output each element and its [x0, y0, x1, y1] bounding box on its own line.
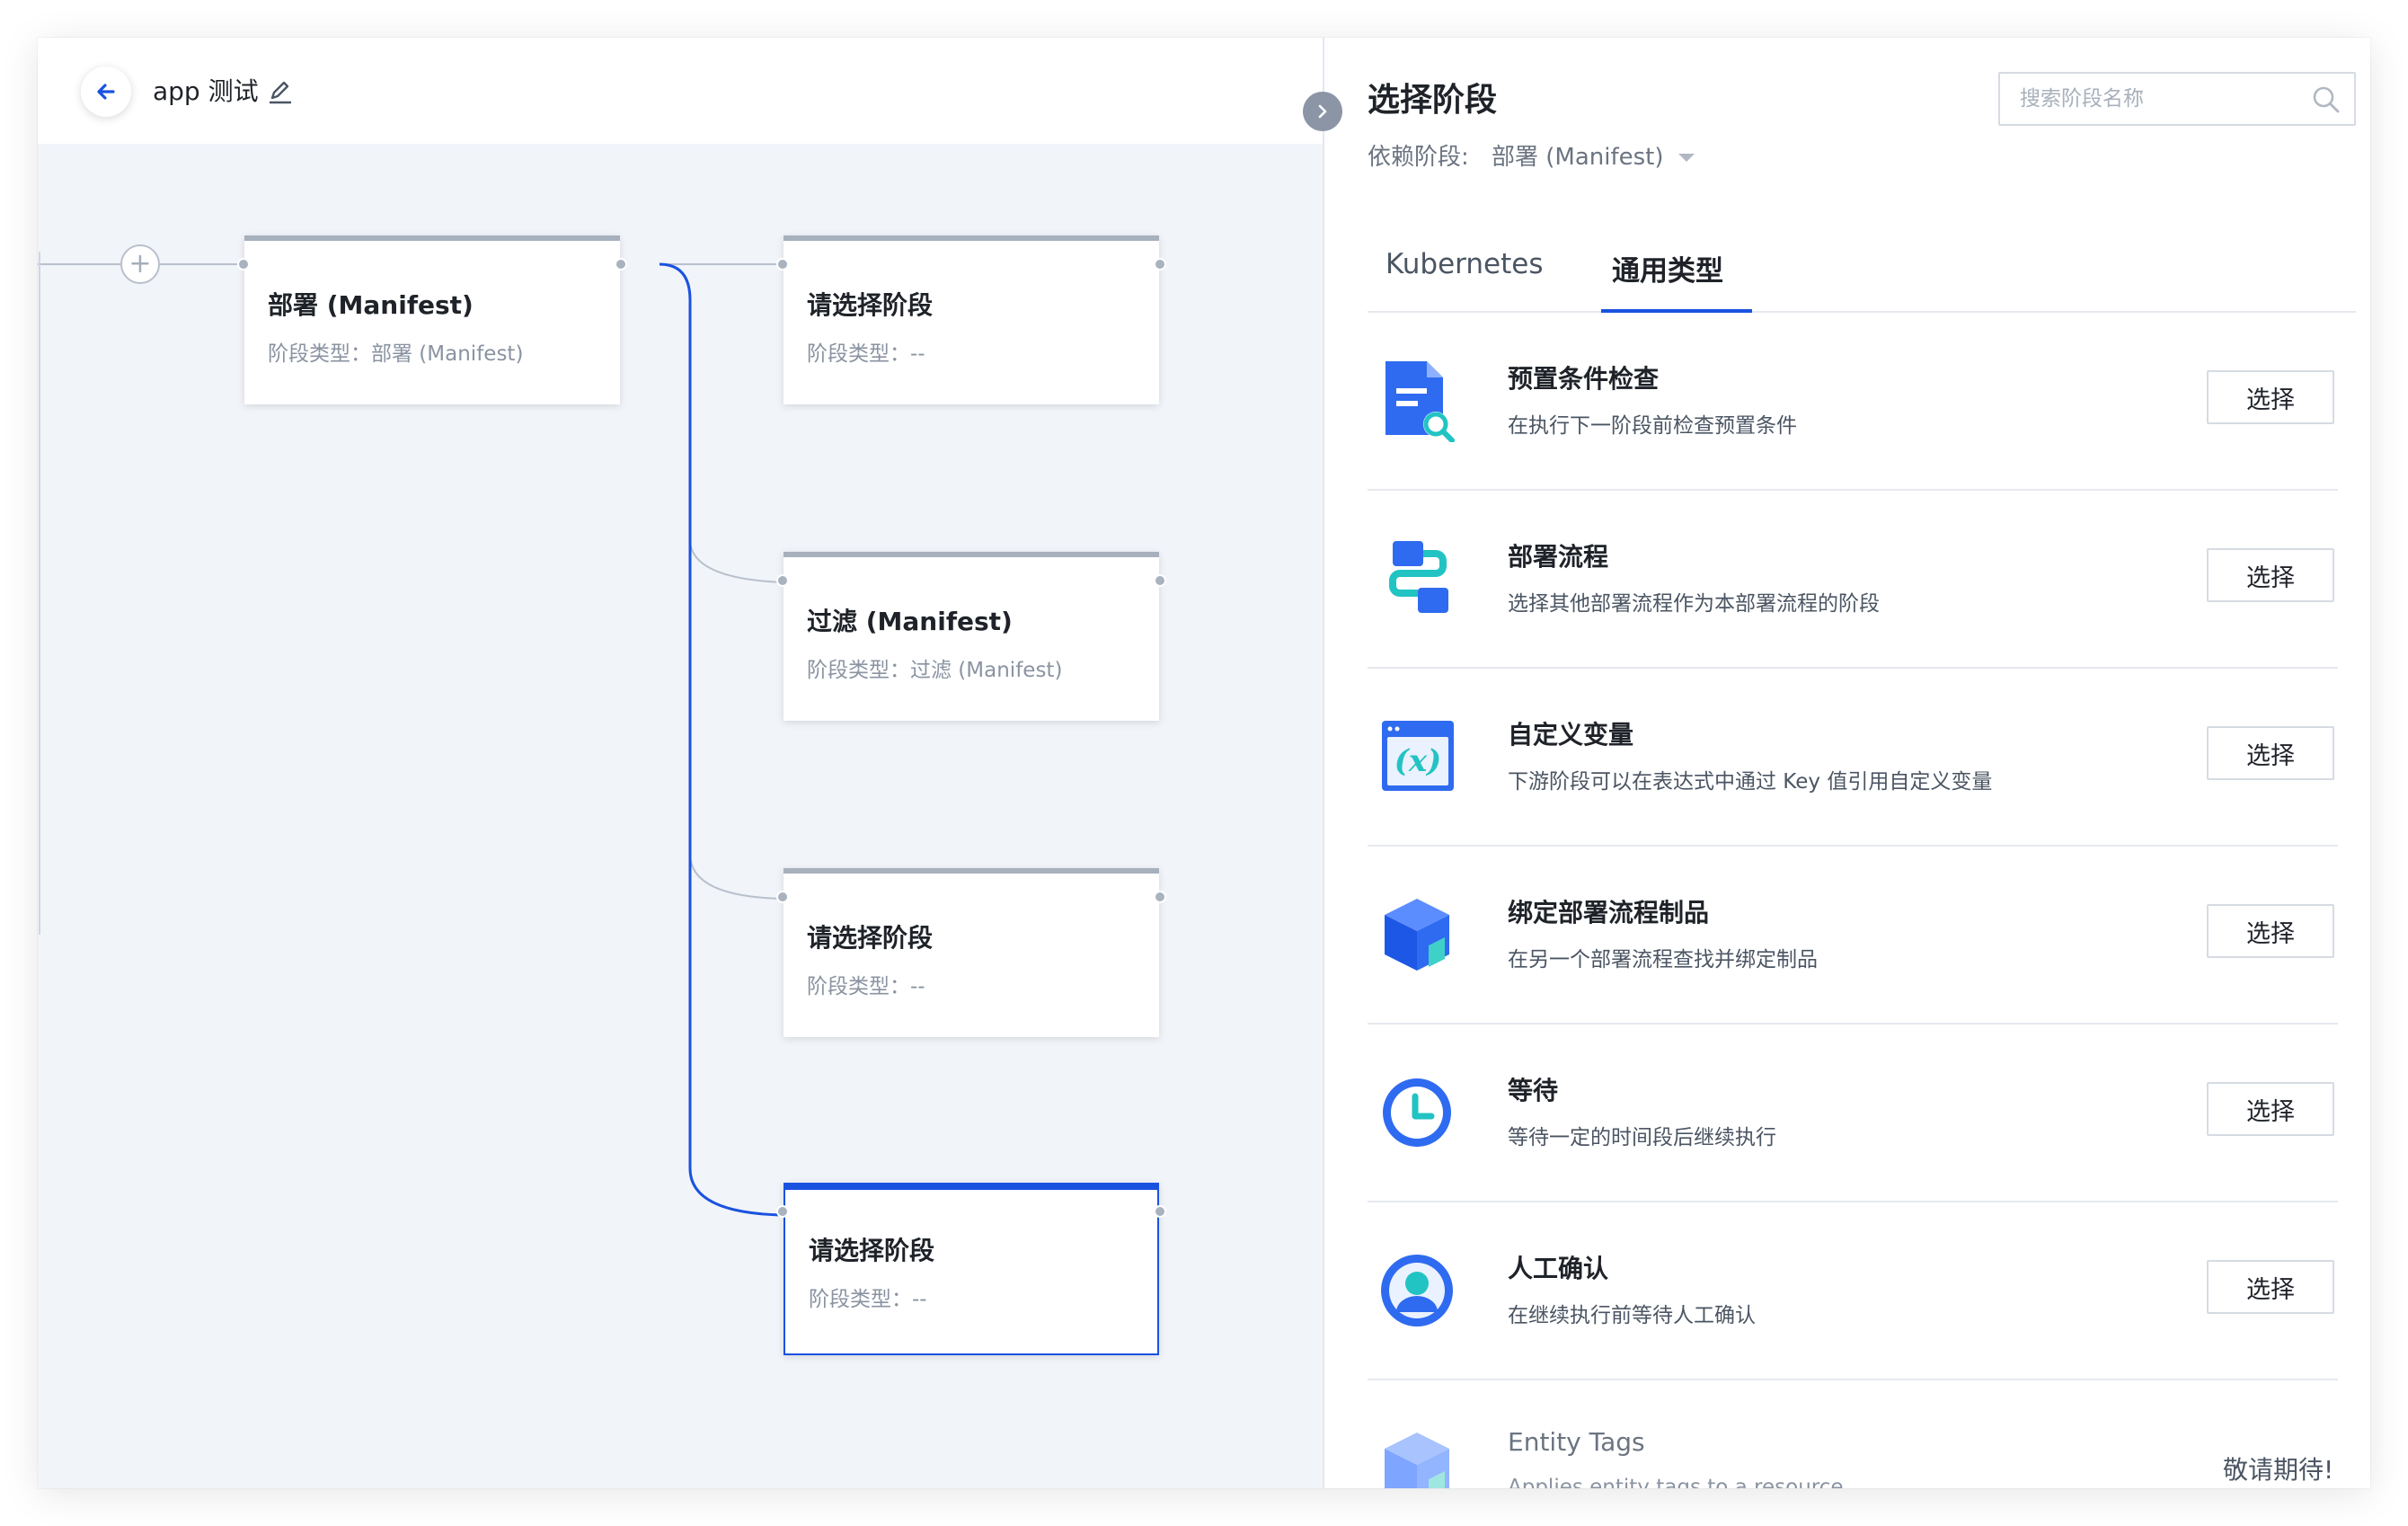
- stage-node-type: 阶段类型：--: [809, 1288, 927, 1311]
- item-description: Applies entity tags to a resource.: [1508, 1476, 1850, 1488]
- select-stage-panel: 选择阶段 依赖阶段: 部署 (Manifest) Kubernetes 通用类型: [1323, 38, 2370, 1488]
- output-port[interactable]: [1154, 891, 1166, 903]
- item-description: 等待一定的时间段后继续执行: [1508, 1126, 1776, 1149]
- output-port[interactable]: [1154, 258, 1166, 271]
- stage-node-type: 阶段类型：--: [807, 342, 925, 366]
- item-description: 在继续执行前等待人工确认: [1508, 1304, 1756, 1327]
- select-button[interactable]: 选择: [2207, 726, 2334, 780]
- stage-node-title: 请选择阶段: [807, 290, 934, 320]
- user-icon: [1381, 1255, 1453, 1326]
- stage-node[interactable]: 部署 (Manifest) 阶段类型：部署 (Manifest): [237, 235, 627, 404]
- caret-down-icon: [1678, 154, 1695, 162]
- stage-node-title: 过滤 (Manifest): [807, 607, 1013, 636]
- variable-icon: (x): [1382, 721, 1454, 791]
- stage-node-type: 阶段类型：部署 (Manifest): [268, 342, 524, 366]
- item-name: 部署流程: [1508, 542, 1609, 572]
- item-name: 自定义变量: [1508, 720, 1634, 750]
- svg-text:(x): (x): [1394, 743, 1441, 779]
- document-search-icon: [1385, 361, 1455, 442]
- select-button[interactable]: 选择: [2207, 1260, 2334, 1314]
- output-port[interactable]: [1154, 1205, 1166, 1218]
- cube-icon: [1385, 899, 1449, 971]
- stage-node-type: 阶段类型：--: [807, 975, 925, 998]
- list-item: 人工确认 在继续执行前等待人工确认 选择: [1368, 1202, 2338, 1380]
- stage-node[interactable]: 过滤 (Manifest) 阶段类型：过滤 (Manifest): [776, 552, 1166, 721]
- stage-node-title: 请选择阶段: [807, 923, 934, 953]
- dependency-value: 部署 (Manifest): [1492, 144, 1664, 171]
- list-item: 等待 等待一定的时间段后继续执行 选择: [1368, 1025, 2338, 1202]
- back-button[interactable]: [81, 67, 131, 117]
- select-button[interactable]: 选择: [2207, 1082, 2334, 1136]
- search-icon[interactable]: [2311, 84, 2342, 115]
- panel-title: 选择阶段: [1368, 82, 1498, 119]
- input-port[interactable]: [237, 258, 250, 271]
- stage-type-tabs: Kubernetes 通用类型: [1368, 226, 2356, 313]
- output-port[interactable]: [615, 258, 627, 271]
- clock-icon: [1383, 1078, 1451, 1147]
- list-item: 预置条件检查 在执行下一阶段前检查预置条件 选择: [1368, 313, 2338, 491]
- input-port[interactable]: [776, 891, 789, 903]
- list-item: 绑定部署流程制品 在另一个部署流程查找并绑定制品 选择: [1368, 847, 2338, 1025]
- tab-general[interactable]: 通用类型: [1612, 248, 1723, 288]
- item-description: 选择其他部署流程作为本部署流程的阶段: [1508, 592, 1880, 616]
- stage-node-title: 请选择阶段: [809, 1236, 935, 1265]
- stage-node-type: 阶段类型：过滤 (Manifest): [807, 659, 1063, 682]
- pipeline-canvas[interactable]: + 部署 (Manifest) 阶段类型：部署 (Manifest) 请选择阶段…: [38, 144, 1323, 1488]
- list-item: (x) 自定义变量 下游阶段可以在表达式中通过 Key 值引用自定义变量 选择: [1368, 669, 2338, 847]
- add-stage-button[interactable]: +: [120, 244, 160, 284]
- app-title: app 测试: [153, 76, 259, 106]
- app-window: app 测试 + 部署 (Manifest) 阶段类型：部署 (Manifest…: [38, 38, 2370, 1488]
- list-item: Entity Tags Applies entity tags to a res…: [1368, 1380, 2338, 1488]
- item-description: 在执行下一阶段前检查预置条件: [1508, 414, 1797, 438]
- editor-header: app 测试: [38, 38, 1323, 144]
- stage-type-list: 预置条件检查 在执行下一阶段前检查预置条件 选择 部署流程 选择其他部署流程作为…: [1368, 313, 2338, 1488]
- collapse-panel-button[interactable]: [1303, 92, 1342, 131]
- item-name: 预置条件检查: [1508, 364, 1660, 394]
- select-button[interactable]: 选择: [2207, 548, 2334, 602]
- pencil-icon[interactable]: [264, 75, 297, 108]
- cube-tag-icon: [1385, 1433, 1449, 1488]
- dependency-label: 依赖阶段:: [1368, 144, 1469, 171]
- coming-soon-label: 敬请期待!: [2223, 1455, 2334, 1485]
- tab-kubernetes[interactable]: Kubernetes: [1385, 248, 1543, 280]
- stage-node-selected[interactable]: 请选择阶段 阶段类型：--: [776, 1183, 1166, 1355]
- input-port[interactable]: [776, 258, 789, 271]
- stage-node-title: 部署 (Manifest): [268, 290, 474, 320]
- input-port[interactable]: [776, 574, 789, 587]
- stage-node[interactable]: 请选择阶段 阶段类型：--: [776, 868, 1166, 1037]
- search-input[interactable]: [2000, 74, 2297, 124]
- search-box[interactable]: [1998, 72, 2356, 126]
- list-item: 部署流程 选择其他部署流程作为本部署流程的阶段 选择: [1368, 491, 2338, 669]
- pipeline-editor: app 测试 + 部署 (Manifest) 阶段类型：部署 (Manifest…: [38, 38, 1323, 1488]
- item-description: 在另一个部署流程查找并绑定制品: [1508, 948, 1818, 971]
- flow-icon: [1389, 541, 1448, 613]
- input-port[interactable]: [776, 1205, 789, 1218]
- chevron-right-icon: [1318, 104, 1327, 119]
- item-name: 人工确认: [1508, 1254, 1609, 1283]
- dependency-select[interactable]: 部署 (Manifest): [1492, 138, 1695, 172]
- item-name: 等待: [1508, 1076, 1559, 1105]
- select-button[interactable]: 选择: [2207, 904, 2334, 958]
- item-name: Entity Tags: [1508, 1427, 1645, 1457]
- item-description: 下游阶段可以在表达式中通过 Key 值引用自定义变量: [1508, 770, 1993, 794]
- item-name: 绑定部署流程制品: [1508, 898, 1710, 927]
- output-port[interactable]: [1154, 574, 1166, 587]
- select-button[interactable]: 选择: [2207, 370, 2334, 424]
- arrow-left-icon: [97, 84, 115, 100]
- stage-node[interactable]: 请选择阶段 阶段类型：--: [776, 235, 1166, 404]
